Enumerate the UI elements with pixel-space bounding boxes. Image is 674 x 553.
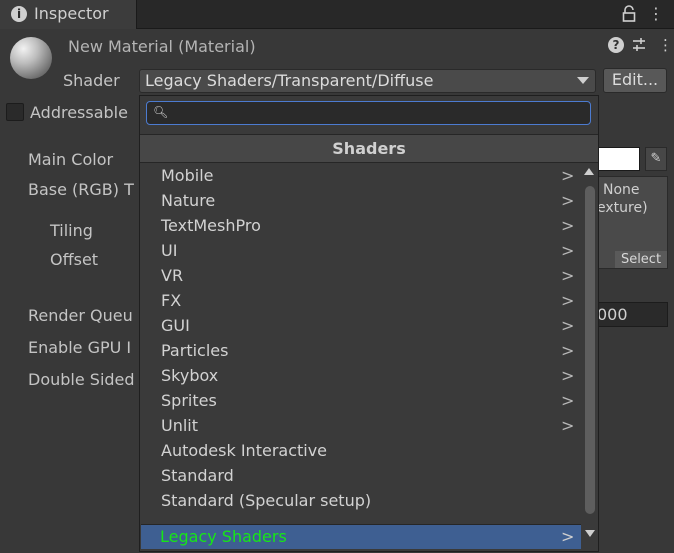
scroll-down-icon[interactable] [585, 530, 595, 537]
list-item-label: Unlit [161, 416, 199, 435]
list-item-label: Mobile [161, 166, 214, 185]
popup-header: Shaders [140, 134, 598, 163]
addressable-label: Addressable [30, 103, 128, 122]
base-rgb-label: Base (RGB) T [28, 180, 134, 199]
chevron-right-icon: > [561, 527, 575, 546]
list-item-label: Autodesk Interactive [161, 441, 328, 460]
material-title: New Material (Material) [68, 37, 256, 56]
scroll-thumb[interactable] [585, 186, 595, 514]
texture-select-button[interactable]: Select [615, 251, 667, 268]
list-item[interactable]: VR > [140, 263, 580, 288]
shader-dropdown[interactable]: Legacy Shaders/Transparent/Diffuse [139, 69, 596, 93]
list-item[interactable]: Autodesk Interactive [140, 438, 580, 463]
list-item-label: Standard (Specular setup) [161, 491, 372, 510]
chevron-right-icon: > [561, 366, 575, 385]
material-preview-sphere [10, 37, 52, 79]
list-item[interactable]: Mobile > [140, 163, 580, 188]
lock-icon[interactable] [620, 5, 638, 23]
chevron-right-icon: > [561, 216, 575, 235]
chevron-right-icon: > [561, 241, 575, 260]
shader-search-input[interactable] [169, 103, 579, 123]
popup-scrollbar[interactable] [583, 168, 597, 553]
chevron-right-icon: > [561, 266, 575, 285]
list-item[interactable]: Sprites > [140, 388, 580, 413]
texture-none-text: None exture) [597, 182, 648, 216]
shader-dropdown-value: Legacy Shaders/Transparent/Diffuse [145, 71, 434, 90]
shader-search-box[interactable]: 🔍︎ [146, 101, 591, 125]
tab-inspector[interactable]: i Inspector [0, 0, 137, 29]
enable-gpu-instancing-label: Enable GPU I [28, 338, 132, 357]
search-icon: 🔍︎ [153, 105, 169, 119]
addressable-checkbox[interactable] [6, 103, 24, 121]
presets-icon[interactable] [631, 36, 647, 54]
shader-label: Shader [63, 71, 120, 90]
chevron-right-icon: > [561, 291, 575, 310]
list-item-label: Skybox [161, 366, 219, 385]
double-sided-gi-label: Double Sided [28, 370, 135, 389]
chevron-right-icon: > [561, 191, 575, 210]
list-item[interactable]: FX > [140, 288, 580, 313]
shader-popup: 🔍︎ Shaders Mobile > Nature > TextMeshPro > UI >… [139, 95, 599, 552]
scroll-up-icon[interactable] [584, 168, 594, 175]
chevron-right-icon: > [561, 316, 575, 335]
list-item-label: VR [161, 266, 184, 285]
list-item-label: GUI [161, 316, 190, 335]
list-item[interactable]: Particles > [140, 338, 580, 363]
list-item-label: Particles [161, 341, 229, 360]
tab-inspector-label: Inspector [34, 4, 109, 23]
tiling-label: Tiling [50, 221, 93, 240]
main-color-label: Main Color [28, 150, 114, 169]
list-item[interactable]: Standard [140, 463, 580, 488]
list-item-legacy-shaders[interactable]: Legacy Shaders > [141, 524, 581, 549]
chevron-right-icon: > [561, 391, 575, 410]
chevron-right-icon: > [561, 166, 575, 185]
dropdown-arrow-icon [577, 77, 589, 84]
list-item-label: Standard [161, 466, 234, 485]
list-item-label: Nature [161, 191, 216, 210]
list-item[interactable]: Unlit > [140, 413, 580, 438]
more-options-icon[interactable]: ⋮ [658, 36, 673, 54]
list-item-label: FX [161, 291, 182, 310]
info-icon: i [11, 6, 27, 22]
kebab-menu-icon[interactable]: ⋮ [648, 4, 664, 24]
list-item[interactable]: Skybox > [140, 363, 580, 388]
list-item-label: TextMeshPro [161, 216, 261, 235]
list-item-label: Legacy Shaders [160, 527, 287, 546]
offset-label: Offset [50, 250, 99, 269]
list-item-label: UI [161, 241, 178, 260]
chevron-right-icon: > [561, 341, 575, 360]
help-icon[interactable]: ? [608, 37, 624, 53]
list-item[interactable]: Standard (Specular setup) [140, 488, 580, 513]
list-item[interactable]: GUI > [140, 313, 580, 338]
base-texture-slot[interactable]: None exture) Select [596, 176, 668, 269]
list-item[interactable]: UI > [140, 238, 580, 263]
main-color-swatch[interactable] [596, 147, 640, 171]
tab-bar: i Inspector ⋮ [0, 0, 674, 29]
list-item[interactable]: Nature > [140, 188, 580, 213]
edit-shader-button[interactable]: Edit... [603, 68, 667, 93]
chevron-right-icon: > [561, 416, 575, 435]
render-queue-label: Render Queu [28, 306, 133, 325]
eyedropper-icon[interactable]: ✎ [645, 147, 667, 171]
list-item[interactable]: TextMeshPro > [140, 213, 580, 238]
render-queue-field[interactable]: 000 [596, 302, 668, 327]
list-item-label: Sprites [161, 391, 217, 410]
